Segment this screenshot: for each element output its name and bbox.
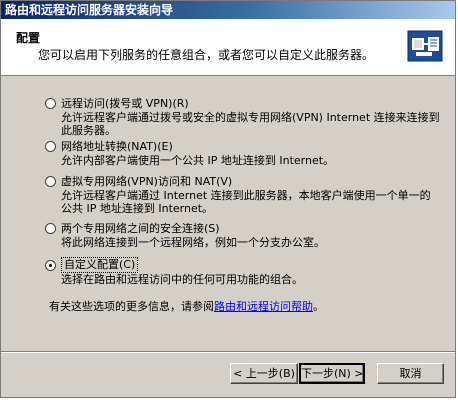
server-wizard-icon [407, 28, 443, 64]
button-separator [1, 351, 455, 353]
option-label[interactable]: 网络地址转换(NAT)(E) [61, 139, 173, 154]
help-note: 有关这些选项的更多信息，请参阅路由和远程访问帮助。 [49, 298, 324, 314]
radio-selected-dot [49, 264, 52, 267]
cancel-button[interactable]: 取消 [377, 363, 444, 384]
help-note-prefix: 有关这些选项的更多信息，请参阅 [49, 300, 214, 313]
option-description: 允许远程客户端通过拨号或安全的虚拟专用网络(VPN) Internet 连接来连… [61, 111, 440, 137]
option-label[interactable]: 两个专用网络之间的安全连接(S) [61, 221, 220, 236]
option-remote-access[interactable]: 远程访问(拨号或 VPN)(R) 允许远程客户端通过拨号或安全的虚拟专用网络(V… [45, 96, 445, 137]
radio-nat[interactable] [45, 141, 56, 152]
title-bar[interactable]: 路由和远程访问服务器安装向导 [1, 1, 455, 19]
option-label[interactable]: 虚拟专用网络(VPN)访问和 NAT(V) [61, 174, 232, 189]
option-label[interactable]: 自定义配置(C) [61, 257, 139, 273]
page-title: 配置 [16, 31, 41, 45]
back-button[interactable]: < 上一步(B) [230, 363, 298, 384]
option-secure-connection[interactable]: 两个专用网络之间的安全连接(S) 将此网络连接到一个远程网络，例如一个分支办公室… [45, 221, 445, 249]
option-description: 允许远程客户端通过 Internet 连接到此服务器，本地客户端使用一个单一的公… [61, 189, 431, 215]
option-custom-config[interactable]: 自定义配置(C) 选择在路由和远程访问中的任何可用功能的组合。 [45, 257, 445, 286]
option-vpn-and-nat[interactable]: 虚拟专用网络(VPN)访问和 NAT(V) 允许远程客户端通过 Internet… [45, 174, 445, 215]
option-description: 允许内部客户端使用一个公共 IP 地址连接到 Internet。 [61, 154, 335, 167]
help-link[interactable]: 路由和远程访问帮助 [214, 300, 313, 313]
radio-vpn-and-nat[interactable] [45, 176, 56, 187]
help-note-suffix: 。 [313, 300, 324, 313]
window-title: 路由和远程访问服务器安装向导 [5, 3, 174, 17]
radio-remote-access[interactable] [45, 98, 56, 109]
options-panel: 远程访问(拨号或 VPN)(R) 允许远程客户端通过拨号或安全的虚拟专用网络(V… [1, 76, 455, 351]
wizard-header: 配置 您可以启用下列服务的任意组合，或者您可以自定义此服务器。 [1, 19, 455, 76]
wizard-window: 路由和远程访问服务器安装向导 配置 您可以启用下列服务的任意组合，或者您可以自定… [0, 0, 456, 398]
option-nat[interactable]: 网络地址转换(NAT)(E) 允许内部客户端使用一个公共 IP 地址连接到 In… [45, 139, 445, 167]
radio-secure-connection[interactable] [45, 223, 56, 234]
page-subtitle: 您可以启用下列服务的任意组合，或者您可以自定义此服务器。 [38, 48, 375, 62]
radio-custom-config[interactable] [45, 260, 56, 271]
option-description: 选择在路由和远程访问中的任何可用功能的组合。 [61, 273, 303, 286]
option-description: 将此网络连接到一个远程网络，例如一个分支办公室。 [61, 236, 325, 249]
next-button[interactable]: 下一步(N) > [299, 363, 365, 384]
option-label[interactable]: 远程访问(拨号或 VPN)(R) [61, 96, 189, 111]
